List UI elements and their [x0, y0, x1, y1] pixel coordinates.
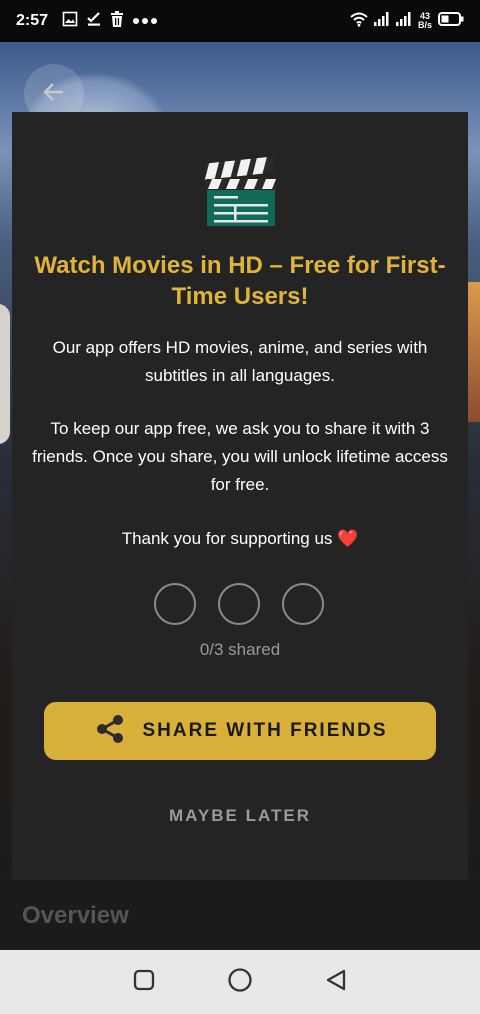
- wifi-icon: [350, 11, 368, 32]
- dialog-paragraph-features: Our app offers HD movies, anime, and ser…: [52, 338, 428, 385]
- triangle-back-icon: [324, 968, 348, 997]
- clapperboard-icon: [204, 152, 276, 226]
- share-progress-circle: [154, 583, 196, 625]
- home-button[interactable]: [220, 962, 260, 1002]
- dialog-paragraph-share: To keep our app free, we ask you to shar…: [32, 419, 448, 494]
- share-progress-circle: [218, 583, 260, 625]
- poster-side-strip: [468, 282, 480, 422]
- system-navigation-bar: [0, 950, 480, 1014]
- share-button-label: SHARE WITH FRIENDS: [142, 720, 388, 741]
- trash-icon: [110, 10, 124, 32]
- share-progress-count: 0/3 shared: [199, 640, 281, 659]
- arrow-left-icon: [41, 79, 67, 110]
- share-progress-circle: [282, 583, 324, 625]
- recents-button[interactable]: [124, 962, 164, 1002]
- maybe-later-button[interactable]: MAYBE LATER: [30, 806, 450, 826]
- back-nav-button[interactable]: [316, 962, 356, 1002]
- share-icon: [93, 712, 127, 751]
- network-speed: 43 B/s: [418, 12, 432, 30]
- battery-icon: [438, 11, 464, 31]
- signal-icon: [373, 11, 390, 31]
- share-with-friends-button[interactable]: SHARE WITH FRIENDS: [44, 702, 436, 760]
- dialog-title: Watch Movies in HD – Free for First-Time…: [34, 252, 446, 310]
- circle-icon: [227, 967, 253, 998]
- overview-heading: Overview: [22, 902, 129, 929]
- dialog-thanks: Thank you for supporting us ❤️: [121, 529, 359, 548]
- status-time: 2:57: [16, 12, 49, 29]
- signal-icon: [395, 11, 412, 31]
- poster-side-card: [0, 304, 10, 444]
- gallery-icon: [62, 11, 78, 32]
- square-icon: [133, 969, 155, 996]
- status-bar: 2:57 43 B/s: [0, 0, 480, 42]
- more-dots-icon: [132, 12, 158, 30]
- network-speed-unit: B/s: [417, 20, 432, 30]
- share-progress-indicators: [154, 583, 324, 625]
- checklist-icon: [86, 11, 102, 32]
